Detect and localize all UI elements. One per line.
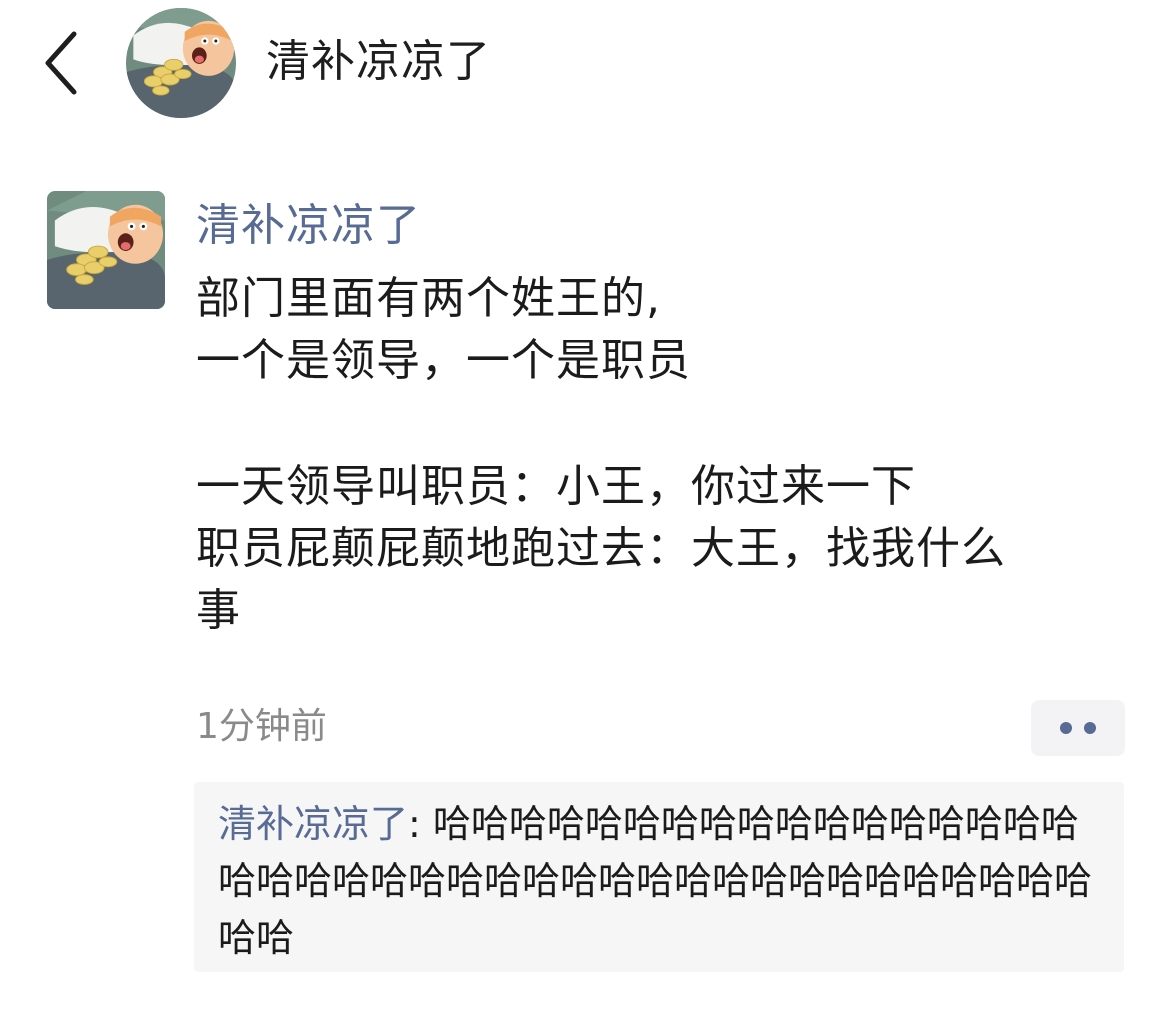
- comment-section: 清补凉凉了: 哈哈哈哈哈哈哈哈哈哈哈哈哈哈哈哈哈哈哈哈哈哈哈哈哈哈哈哈哈哈哈哈哈…: [194, 782, 1124, 972]
- chevron-left-icon: [45, 31, 77, 95]
- post-text-line: 一个是领导，一个是职员: [196, 335, 691, 386]
- header-avatar[interactable]: [126, 8, 236, 118]
- post-text-line: 事: [196, 585, 241, 636]
- post-text-line: 职员屁颠屁颠地跑过去：大王，找我什么: [196, 523, 1006, 574]
- post-text-line: 部门里面有两个姓王的,: [196, 273, 661, 324]
- post-author-name[interactable]: 清补凉凉了: [196, 196, 421, 256]
- cartoon-avatar-icon: [126, 8, 236, 118]
- comment-separator: :: [408, 802, 433, 846]
- post-timestamp: 1分钟前: [196, 706, 327, 747]
- top-bar: 清补凉凉了: [0, 0, 1159, 130]
- post-text-blank-line: [196, 392, 1116, 456]
- more-actions-button[interactable]: [1031, 700, 1125, 756]
- post-avatar[interactable]: [47, 191, 165, 309]
- comment-author[interactable]: 清补凉凉了: [218, 802, 408, 846]
- post-text-line: 一天领导叫职员：小王，你过来一下: [196, 461, 916, 512]
- page-title: 清补凉凉了: [266, 36, 491, 87]
- cartoon-avatar-icon: [47, 191, 165, 309]
- comment-item[interactable]: 清补凉凉了: 哈哈哈哈哈哈哈哈哈哈哈哈哈哈哈哈哈哈哈哈哈哈哈哈哈哈哈哈哈哈哈哈哈…: [218, 796, 1108, 967]
- post-text: 部门里面有两个姓王的, 一个是领导，一个是职员 一天领导叫职员：小王，你过来一下…: [196, 268, 1116, 642]
- back-button[interactable]: [36, 28, 92, 98]
